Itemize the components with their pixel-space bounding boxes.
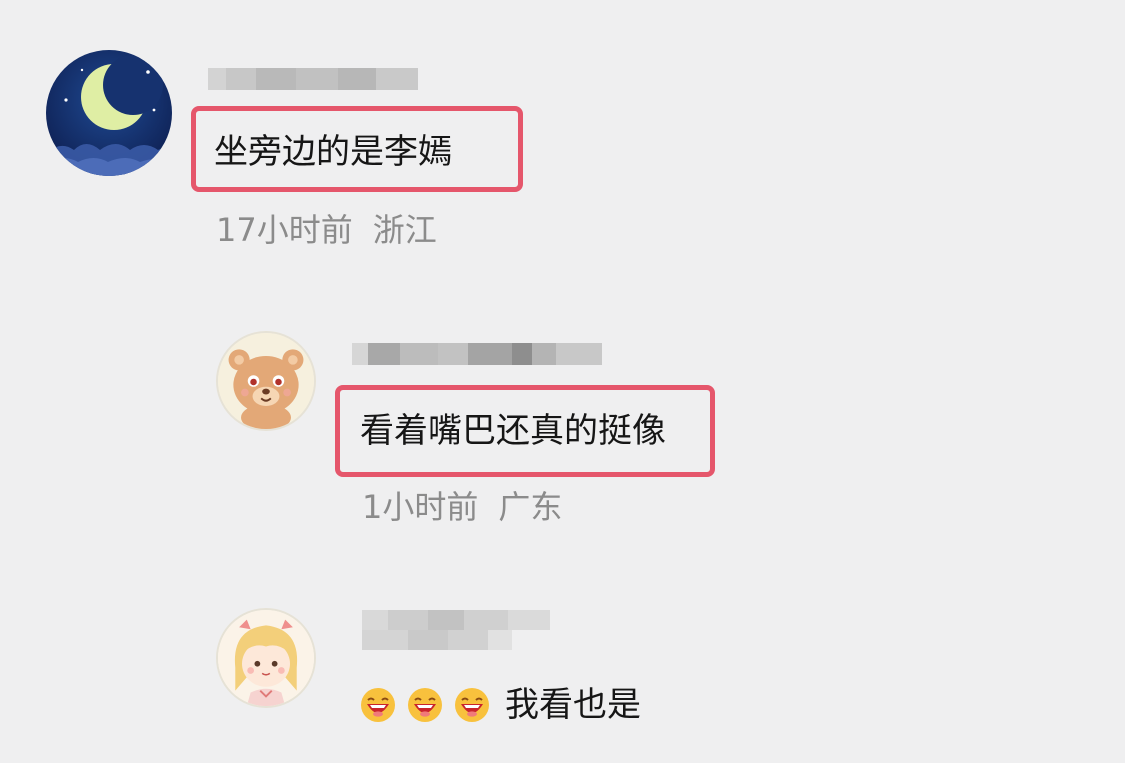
avatar[interactable]: [216, 608, 316, 708]
anime-girl-avatar-icon: [218, 610, 314, 706]
laughing-emoji-icon: [360, 687, 396, 723]
emoji-comment-row: 我看也是: [360, 687, 641, 723]
comment-text: 我看也是: [505, 685, 641, 725]
comment-3: 我看也是: [0, 0, 1125, 763]
laughing-emoji-icon: [407, 687, 443, 723]
username-blurred[interactable]: [362, 610, 550, 630]
username-blurred-line-2: [362, 630, 512, 650]
laughing-emoji-icon: [454, 687, 490, 723]
